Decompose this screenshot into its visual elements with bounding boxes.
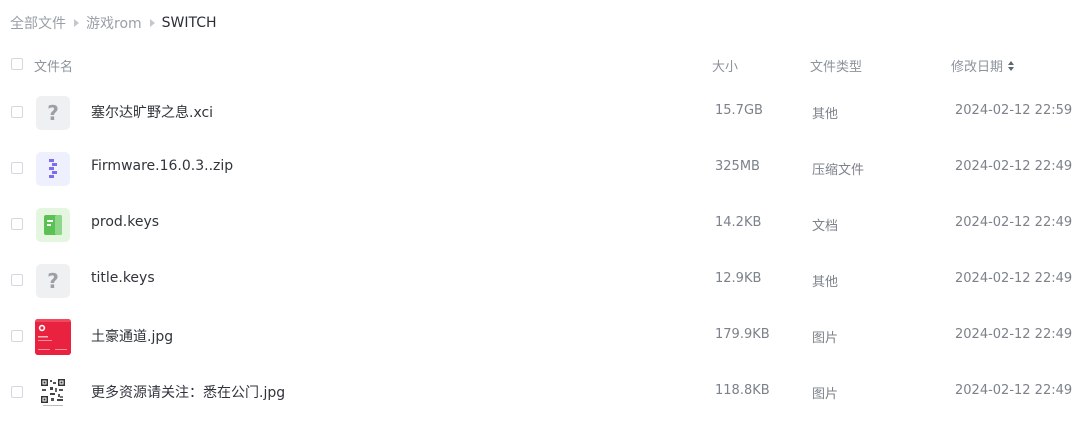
- row-checkbox[interactable]: [11, 218, 23, 230]
- row-checkbox[interactable]: [11, 330, 23, 342]
- file-date: 2024-02-12 22:49: [955, 271, 1073, 286]
- file-size: 15.7GB: [715, 103, 763, 118]
- file-date: 2024-02-12 22:49: [955, 327, 1073, 342]
- file-size: 325MB: [715, 159, 760, 174]
- file-type: 图片: [812, 387, 839, 402]
- file-date: 2024-02-12 22:49: [955, 383, 1073, 398]
- file-name[interactable]: 更多资源请关注：悉在公门.jpg: [91, 382, 285, 402]
- breadcrumb-item-all-files[interactable]: 全部文件: [10, 13, 66, 33]
- file-size: 14.2KB: [715, 215, 762, 230]
- file-type: 其他: [812, 107, 839, 122]
- file-name[interactable]: Firmware.16.0.3..zip: [91, 158, 233, 174]
- breadcrumb-item-game-rom[interactable]: 游戏rom: [86, 13, 142, 33]
- select-all-checkbox[interactable]: [11, 58, 23, 70]
- sort-icon[interactable]: [1008, 60, 1015, 71]
- table-row[interactable]: prod.keys 14.2KB 文档 2024-02-12 22:49: [0, 196, 1080, 252]
- file-type: 其他: [812, 275, 839, 290]
- breadcrumb-item-switch: SWITCH: [161, 15, 217, 31]
- file-date: 2024-02-12 22:49: [955, 215, 1073, 230]
- breadcrumb: 全部文件 游戏rom SWITCH: [10, 10, 217, 36]
- breadcrumb-separator-icon: [74, 19, 79, 27]
- image-thumbnail-icon: [35, 319, 71, 355]
- file-size: 12.9KB: [715, 271, 762, 286]
- row-checkbox[interactable]: [11, 386, 23, 398]
- file-size: 179.9KB: [715, 327, 770, 342]
- document-file-icon: [36, 208, 70, 242]
- file-type: 图片: [812, 331, 839, 346]
- column-header-name[interactable]: 文件名: [34, 56, 73, 75]
- row-checkbox[interactable]: [11, 162, 23, 174]
- table-row[interactable]: Firmware.16.0.3..zip 325MB 压缩文件 2024-02-…: [0, 140, 1080, 196]
- table-header: 文件名 大小 文件类型 修改日期: [0, 50, 1080, 78]
- column-header-date[interactable]: 修改日期: [951, 56, 1015, 75]
- unknown-file-icon: ?: [36, 96, 70, 130]
- unknown-file-icon: ?: [36, 264, 70, 298]
- file-name[interactable]: 土豪通道.jpg: [91, 326, 173, 346]
- row-checkbox[interactable]: [11, 106, 23, 118]
- file-date: 2024-02-12 22:49: [955, 159, 1073, 174]
- table-row[interactable]: ? title.keys 12.9KB 其他 2024-02-12 22:49: [0, 252, 1080, 308]
- file-name[interactable]: 塞尔达旷野之息.xci: [91, 102, 213, 122]
- file-browser: 全部文件 游戏rom SWITCH 文件名 大小 文件类型 修改日期 ? 塞尔达…: [0, 0, 1080, 422]
- file-type: 压缩文件: [812, 163, 865, 178]
- file-type: 文档: [812, 219, 839, 234]
- table-row[interactable]: ? 塞尔达旷野之息.xci 15.7GB 其他 2024-02-12 22:59: [0, 84, 1080, 140]
- breadcrumb-separator-icon: [149, 19, 155, 27]
- qr-code-thumbnail-icon: [36, 376, 70, 410]
- column-header-type[interactable]: 文件类型: [810, 56, 862, 75]
- table-row[interactable]: 更多资源请关注：悉在公门.jpg 118.8KB 图片 2024-02-12 2…: [0, 364, 1080, 420]
- table-row[interactable]: 土豪通道.jpg 179.9KB 图片 2024-02-12 22:49: [0, 308, 1080, 364]
- column-header-size[interactable]: 大小: [712, 56, 738, 75]
- file-name[interactable]: title.keys: [91, 270, 155, 286]
- file-size: 118.8KB: [715, 383, 770, 398]
- file-date: 2024-02-12 22:59: [955, 103, 1073, 118]
- file-name[interactable]: prod.keys: [91, 214, 159, 230]
- zip-file-icon: [36, 152, 70, 186]
- column-header-date-label: 修改日期: [951, 60, 1004, 75]
- row-checkbox[interactable]: [11, 274, 23, 286]
